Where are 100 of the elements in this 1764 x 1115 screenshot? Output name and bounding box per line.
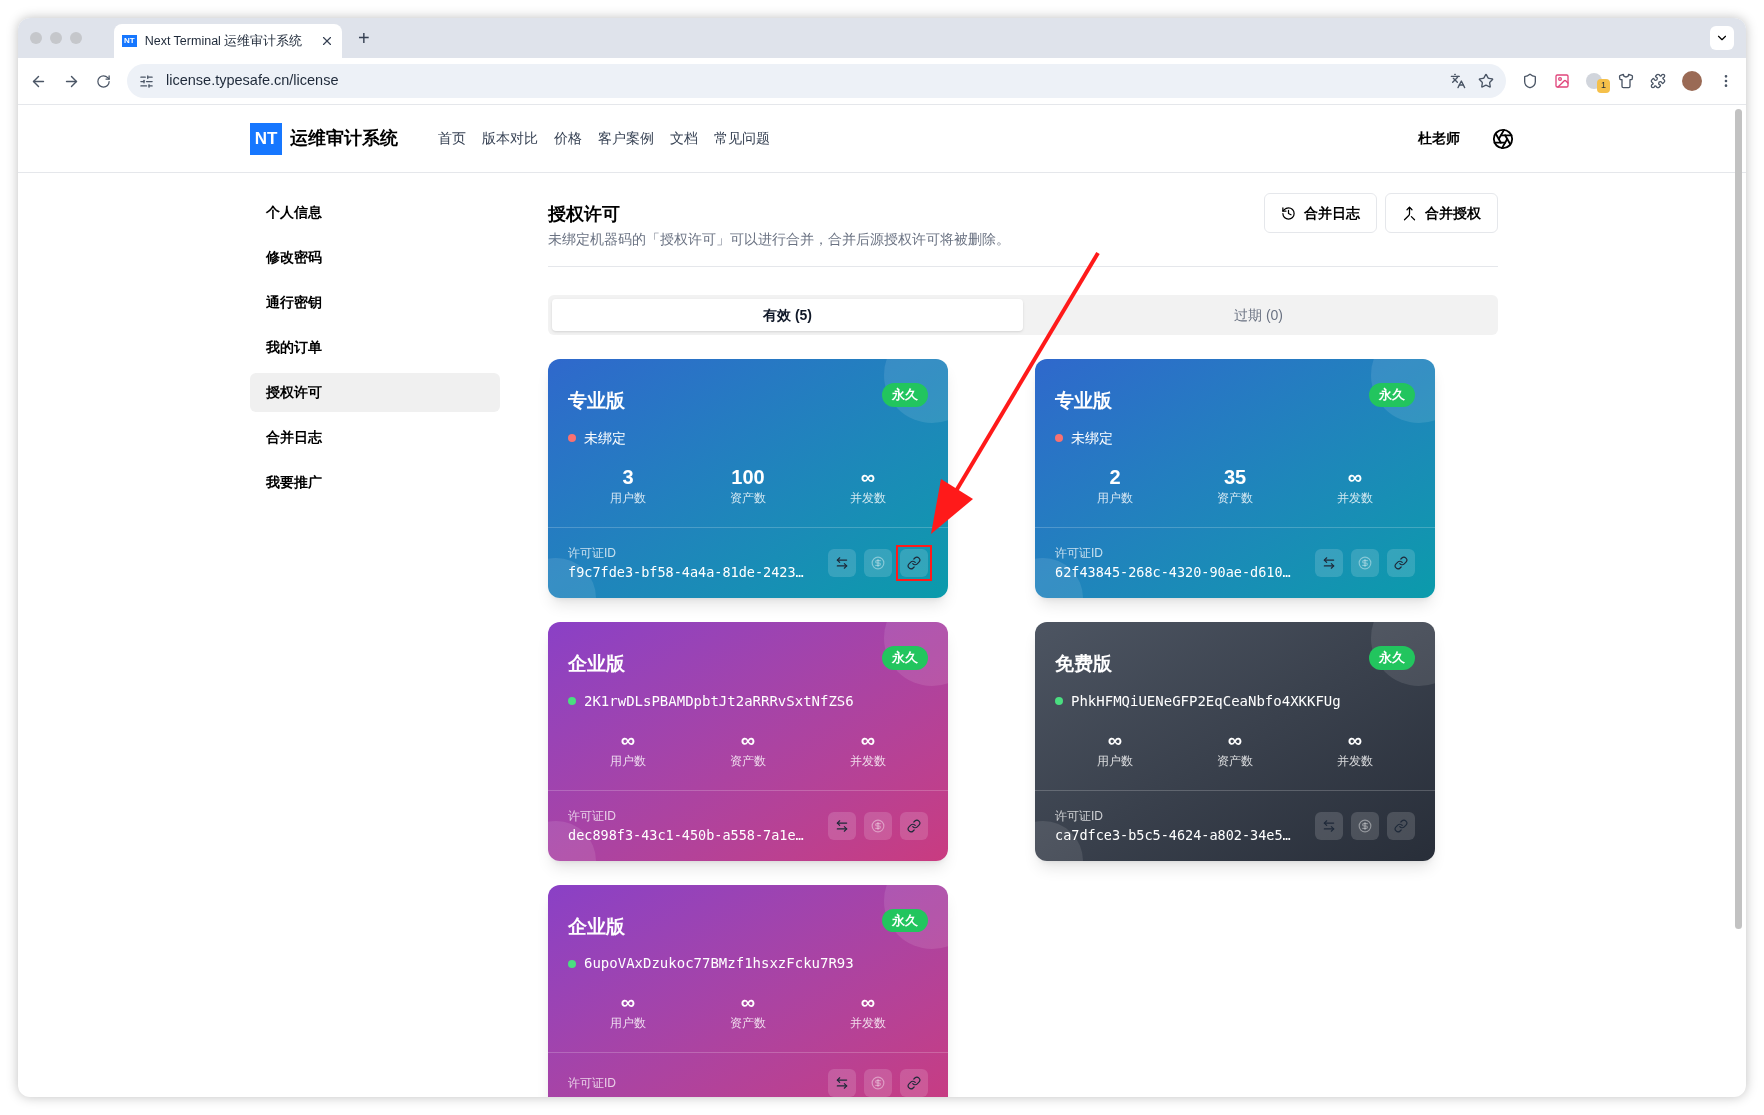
- page-subtitle: 未绑定机器码的「授权许可」可以进行合并，合并后源授权许可将被删除。: [548, 231, 1010, 249]
- nav-link[interactable]: 价格: [554, 128, 582, 149]
- license-id-label: 许可证ID: [1055, 544, 1104, 562]
- stat-value: ∞: [860, 727, 876, 752]
- dollar-coin-button[interactable]: [864, 1069, 892, 1097]
- nav-link[interactable]: 常见问题: [714, 128, 770, 149]
- stat-value: ∞: [740, 990, 756, 1015]
- page-title: 授权许可: [548, 203, 621, 226]
- permanent-badge: 永久: [882, 908, 928, 933]
- header-button[interactable]: 合并授权: [1385, 193, 1498, 233]
- status-text: 未绑定: [584, 428, 626, 448]
- sidebar-item[interactable]: 通行密钥: [250, 283, 500, 322]
- stat-label: 用户数: [1097, 752, 1133, 770]
- user-name[interactable]: 杜老师: [1418, 128, 1460, 149]
- nav-link[interactable]: 首页: [438, 128, 466, 149]
- stat-value: ∞: [860, 990, 876, 1015]
- stat-value: ∞: [1107, 727, 1123, 752]
- extensions-icon[interactable]: [1650, 73, 1666, 89]
- address-bar[interactable]: license.typesafe.cn/license: [127, 64, 1506, 98]
- stat-label: 并发数: [850, 1015, 886, 1033]
- edition-title: 企业版: [568, 652, 625, 676]
- link-button[interactable]: [900, 811, 928, 840]
- swap-icon: [1322, 818, 1336, 833]
- swap-icon: [835, 555, 849, 570]
- status-text: 2K1rwDLsPBAMDpbtJt2aRRRvSxtNfZS6: [584, 691, 854, 711]
- swap-icon: [835, 1076, 849, 1091]
- reload-icon[interactable]: [96, 73, 111, 89]
- stat-label: 资产数: [730, 752, 766, 770]
- sidebar-item[interactable]: 我要推广: [250, 463, 500, 502]
- swap-icon: [835, 818, 849, 833]
- stat-value: 2: [1109, 464, 1121, 489]
- tab[interactable]: 有效 (5): [552, 299, 1023, 332]
- stat-value: ∞: [1347, 727, 1363, 752]
- header-button[interactable]: 合并日志: [1264, 193, 1377, 233]
- license-id-label: 许可证ID: [1055, 807, 1104, 825]
- status-text: PhkHFMQiUENeGFP2EqCeaNbfo4XKKFUg: [1071, 691, 1341, 711]
- link-button[interactable]: [1387, 548, 1415, 577]
- dollar-coin-icon: [1358, 818, 1372, 833]
- profile-avatar[interactable]: [1682, 71, 1702, 91]
- stat-label: 并发数: [850, 489, 886, 507]
- sidebar-item[interactable]: 个人信息: [250, 193, 500, 232]
- browser-tab[interactable]: NT Next Terminal 运维审计系统: [114, 24, 342, 58]
- aperture-icon[interactable]: [1492, 127, 1514, 150]
- stat-value: ∞: [620, 727, 636, 752]
- close-icon[interactable]: [320, 34, 334, 48]
- tab-search-button[interactable]: [1710, 26, 1734, 50]
- translate-icon[interactable]: [1450, 73, 1466, 89]
- link-icon: [1394, 555, 1408, 570]
- permanent-badge: 永久: [882, 646, 928, 670]
- stat-value: ∞: [1227, 727, 1243, 752]
- new-tab-button[interactable]: +: [358, 23, 370, 53]
- permanent-badge: 永久: [1369, 383, 1415, 407]
- permanent-badge: 永久: [1369, 646, 1415, 670]
- sidebar-item[interactable]: 修改密码: [250, 238, 500, 277]
- status-text: 未绑定: [1071, 428, 1113, 448]
- edition-title: 专业版: [568, 389, 625, 414]
- nav-link[interactable]: 文档: [670, 128, 698, 149]
- dollar-coin-button[interactable]: [864, 811, 892, 840]
- edition-title: 免费版: [1055, 652, 1112, 676]
- logo-text: 运维审计系统: [290, 127, 398, 150]
- bookmark-star-icon[interactable]: [1478, 73, 1494, 89]
- site-settings-icon: [139, 73, 154, 89]
- nav-link[interactable]: 客户案例: [598, 128, 654, 149]
- sidebar-item[interactable]: 合并日志: [250, 418, 500, 457]
- tab[interactable]: 过期 (0): [1023, 299, 1494, 332]
- swap-button[interactable]: [1315, 548, 1343, 577]
- merge-icon: [1402, 205, 1417, 221]
- history-icon: [1281, 205, 1296, 221]
- swap-icon: [1322, 555, 1336, 570]
- swap-button[interactable]: [828, 1069, 856, 1097]
- url-text: license.typesafe.cn/license: [166, 71, 340, 91]
- stat-label: 用户数: [610, 1015, 646, 1033]
- extension-icon[interactable]: [1554, 73, 1570, 89]
- link-icon: [907, 1076, 921, 1091]
- link-icon: [907, 555, 921, 570]
- link-button[interactable]: [900, 1069, 928, 1097]
- stat-label: 资产数: [730, 489, 766, 507]
- nav-link[interactable]: 版本对比: [482, 128, 538, 149]
- sidebar-item[interactable]: 授权许可: [250, 373, 500, 412]
- stat-label: 用户数: [610, 489, 646, 507]
- stat-label: 资产数: [1217, 752, 1253, 770]
- stat-label: 用户数: [1097, 489, 1133, 507]
- dollar-coin-icon: [871, 818, 885, 833]
- dollar-coin-icon: [871, 555, 885, 570]
- dollar-coin-icon: [871, 1076, 885, 1091]
- edition-title: 企业版: [568, 914, 625, 939]
- license-id: 62f43845-268c-4320-90ae-d610…: [1055, 562, 1291, 582]
- stat-label: 并发数: [1337, 489, 1373, 507]
- dollar-coin-button[interactable]: [1351, 811, 1379, 840]
- permanent-badge: 永久: [882, 383, 928, 407]
- license-id: f9c7fde3-bf58-4a4a-81de-2423…: [568, 562, 804, 582]
- extension-icon[interactable]: [1522, 73, 1538, 89]
- stat-label: 用户数: [610, 752, 646, 770]
- swap-button[interactable]: [828, 811, 856, 840]
- sidebar-item[interactable]: 我的订单: [250, 328, 500, 367]
- stat-label: 并发数: [1337, 752, 1373, 770]
- logo-mark: NT: [250, 122, 282, 155]
- extension-icon[interactable]: [1618, 73, 1634, 89]
- swap-button[interactable]: [828, 548, 856, 577]
- stat-value: ∞: [860, 464, 876, 489]
